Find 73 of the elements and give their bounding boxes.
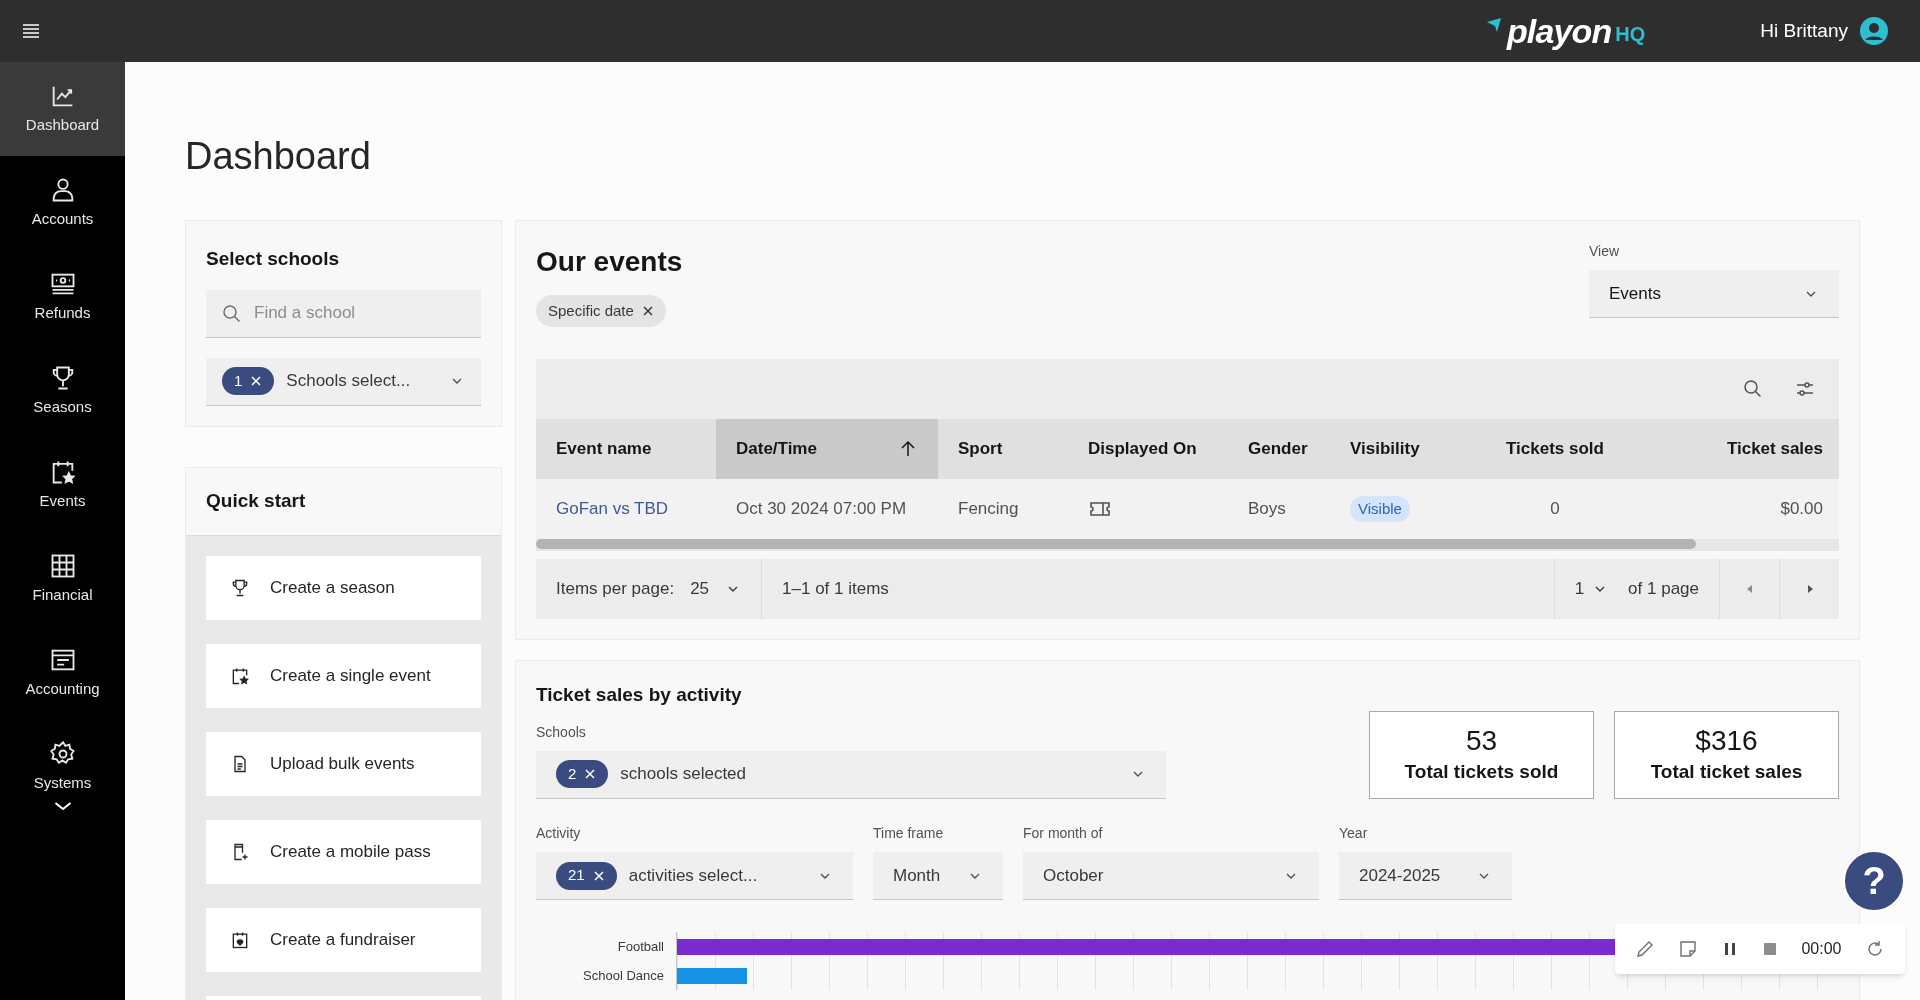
selection-count-tag[interactable]: 1 xyxy=(222,367,275,395)
search-icon xyxy=(222,303,242,324)
field-label: For month of xyxy=(1023,824,1104,843)
time-frame-dropdown[interactable]: Month xyxy=(873,852,1003,900)
quick-start-button[interactable]: Create a single event xyxy=(206,643,481,708)
table-cell-text: 0 xyxy=(1550,498,1560,521)
stop-icon[interactable] xyxy=(1761,941,1778,957)
filter-tag[interactable]: Specific date xyxy=(536,295,666,327)
schools-dropdown[interactable]: 1 Schools select... xyxy=(206,357,481,406)
table-cell-text: $0.00 xyxy=(1780,498,1823,521)
stat-card: $316 Total ticket sales xyxy=(1614,711,1839,799)
logo[interactable]: playon HQ xyxy=(1486,14,1646,48)
selection-count-tag[interactable]: 2 xyxy=(556,760,609,788)
close-icon[interactable] xyxy=(641,305,654,317)
table-cell-text: Boys xyxy=(1248,498,1286,521)
sidebar-item[interactable]: Dashboard xyxy=(0,62,125,156)
activity-dropdown[interactable]: 21 activities select... xyxy=(536,852,853,900)
view-dropdown[interactable]: Events xyxy=(1589,270,1839,318)
event-link[interactable]: GoFan vs TBD xyxy=(556,496,669,522)
user-greeting: Hi Brittany xyxy=(1760,18,1848,43)
card-title: Our events xyxy=(536,245,683,279)
quick-start-button[interactable]: Upload bulk events xyxy=(206,731,481,796)
year-dropdown[interactable]: 2024-2025 xyxy=(1339,852,1512,900)
selection-count-tag[interactable]: 21 xyxy=(556,861,617,890)
items-per-page-dropdown[interactable]: 25 xyxy=(690,559,763,619)
column-header[interactable]: Ticket sales xyxy=(1650,419,1839,479)
settings-adjust-icon[interactable] xyxy=(1795,379,1815,399)
column-header[interactable]: Visibility xyxy=(1330,419,1460,479)
quick-start-button[interactable]: Create a fundraiser xyxy=(206,907,481,972)
avatar-icon[interactable] xyxy=(1860,17,1888,45)
items-range: 1–1 of 1 items xyxy=(781,578,890,601)
caret-left-icon xyxy=(1745,585,1754,593)
field-label: Activity xyxy=(536,824,582,843)
field-label: View xyxy=(1589,242,1621,261)
page-count: of 1 page xyxy=(1628,578,1700,601)
quick-start-button[interactable]: Create a mobile pass xyxy=(206,819,481,884)
search-field[interactable]: Find a school xyxy=(206,289,481,338)
page-dropdown[interactable]: 1 xyxy=(1553,559,1629,619)
for-month-of-dropdown[interactable]: October xyxy=(1023,852,1319,900)
help-button[interactable]: ? xyxy=(1843,850,1905,912)
field-label: Schools xyxy=(536,722,587,742)
close-icon[interactable] xyxy=(592,869,605,882)
card-title: Select schools xyxy=(206,247,341,271)
stat-card: 53 Total tickets sold xyxy=(1369,711,1594,799)
caret-right-icon xyxy=(1805,585,1814,593)
table-cell-text: Oct 30 2024 07:00 PM xyxy=(736,498,907,521)
column-header[interactable]: Date/Time xyxy=(716,419,938,479)
field-label: Year xyxy=(1339,824,1369,843)
flag-icon xyxy=(1486,18,1503,34)
table-cell-text: Fencing xyxy=(958,498,1019,521)
trophy-icon xyxy=(230,577,250,598)
card-title: Quick start xyxy=(206,488,306,513)
items-per-page-label: Items per page: xyxy=(555,578,676,601)
quick-start-button[interactable]: Create a season xyxy=(206,555,481,620)
status-tag: Visible xyxy=(1350,495,1410,523)
bar-label: School Dance xyxy=(582,966,665,985)
column-header[interactable]: Gender xyxy=(1228,419,1330,479)
close-icon[interactable] xyxy=(250,375,263,387)
pencil-icon[interactable] xyxy=(1634,939,1655,959)
schools-dropdown[interactable]: 2 schools selected xyxy=(536,750,1166,799)
column-header[interactable]: Sport xyxy=(938,419,1068,479)
column-header[interactable]: Event name xyxy=(536,419,716,479)
column-header[interactable]: Tickets sold xyxy=(1460,419,1650,479)
field-label: Time frame xyxy=(873,824,945,843)
card-title: Ticket sales by activity xyxy=(536,683,743,707)
close-icon[interactable] xyxy=(584,768,597,780)
scrollbar[interactable] xyxy=(536,539,1839,551)
bar-label: Football xyxy=(616,937,665,956)
sticky-note-icon[interactable] xyxy=(1678,939,1699,959)
column-header[interactable]: Displayed On xyxy=(1068,419,1228,479)
recording-timer: 00:00 xyxy=(1801,939,1842,959)
search-icon[interactable] xyxy=(1743,379,1763,399)
page-title: Dashboard xyxy=(185,137,372,175)
